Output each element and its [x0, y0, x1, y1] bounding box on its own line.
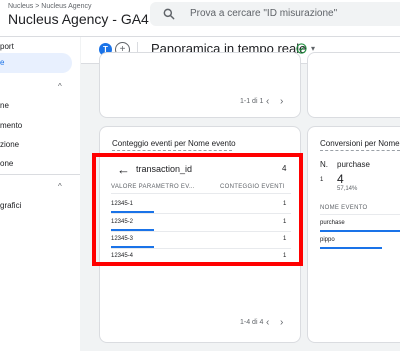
table-divider	[320, 214, 400, 215]
conversion-rank: 1	[320, 177, 324, 183]
pagination-label: 1-1 di 1	[240, 98, 264, 105]
card-top-left: 1-1 di 1 ‹ ›	[99, 52, 301, 118]
breadcrumb[interactable]: Nucleus > Nucleus Agency	[8, 3, 91, 10]
conversion-event-name: purchase	[337, 160, 370, 169]
conversions-card: Conversioni per Nome	[307, 126, 400, 343]
search-placeholder: Prova a cercare "ID misurazione"	[190, 8, 338, 19]
card-title: Conversioni per Nome	[320, 139, 400, 148]
chevron-up-icon[interactable]: ^	[58, 182, 62, 191]
sidebar-item-4[interactable]: mento	[0, 121, 22, 130]
conversion-row-bar	[320, 247, 382, 249]
pagination-label: 1-4 di 4	[240, 319, 264, 326]
column-header-n: N.	[320, 160, 328, 169]
conversion-percent: 57,14%	[337, 186, 358, 192]
sidebar-item-6[interactable]: one	[0, 159, 13, 168]
conversion-row-bar	[320, 230, 400, 232]
title-underline	[112, 150, 232, 152]
sidebar-item-report[interactable]: port	[0, 42, 14, 51]
next-page-icon[interactable]: ›	[280, 96, 283, 107]
check-circle-icon	[296, 43, 307, 54]
previous-page-icon[interactable]: ‹	[266, 96, 269, 107]
search-icon	[163, 8, 175, 20]
sidebar-item-3[interactable]: ne	[0, 101, 9, 110]
previous-page-icon[interactable]: ‹	[266, 317, 269, 328]
search-bar[interactable]: Prova a cercare "ID misurazione"	[150, 2, 400, 26]
top-bar: Nucleus > Nucleus Agency Nucleus Agency …	[0, 0, 400, 37]
sidebar-item-5[interactable]: zione	[0, 140, 19, 149]
account-name: Nucleus Agency - GA4	[8, 11, 149, 27]
chevron-up-icon[interactable]: ^	[58, 82, 62, 91]
sidebar-item-label: e	[0, 58, 5, 67]
card-title: Conteggio eventi per Nome evento	[112, 139, 236, 148]
next-page-icon[interactable]: ›	[280, 317, 283, 328]
highlight-box	[92, 153, 303, 266]
account-selector[interactable]: Nucleus Agency - GA4▾	[8, 11, 156, 27]
sidebar-item-7[interactable]: grafici	[0, 201, 21, 210]
column-header-event[interactable]: NOME EVENTO	[320, 205, 368, 211]
conversion-list-item[interactable]: pippo	[320, 237, 335, 243]
sidebar: port e ^ ne mento zione one ^ grafici	[0, 37, 80, 351]
conversion-count: 4	[337, 172, 344, 186]
sidebar-item-active[interactable]: e	[0, 53, 72, 73]
sidebar-divider	[0, 174, 80, 175]
conversion-list-item[interactable]: purchase	[320, 220, 345, 226]
card-top-right	[307, 52, 400, 118]
title-underline	[320, 150, 400, 152]
